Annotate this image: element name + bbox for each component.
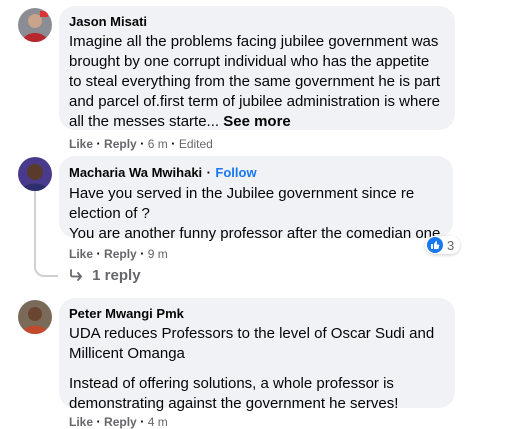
comment-line: all the messes starte... See more (69, 112, 443, 132)
comment-line: You are another funny professor after th… (69, 225, 441, 242)
reply-button[interactable]: Reply (104, 137, 137, 151)
comment-line: Millicent Omanga (69, 345, 185, 362)
see-more-link[interactable]: See more (223, 113, 291, 130)
comment-line: brought by one corrupt individual who ha… (69, 53, 430, 70)
comment-line-text: all the messes starte... (69, 113, 220, 130)
like-button[interactable]: Like (69, 415, 93, 429)
comment-actions: Like · Reply · 9 m (69, 246, 168, 261)
separator: · (206, 165, 211, 180)
reaction-summary[interactable]: 3 (425, 236, 461, 254)
comment-time[interactable]: 9 m (148, 247, 168, 261)
comment-line: and parcel of.first term of jubilee admi… (69, 93, 441, 110)
separator: · (140, 136, 145, 151)
comment-actions: Like · Reply · 6 m · Edited (69, 136, 213, 151)
comment-line: Imagine all the problems facing jubilee … (69, 33, 439, 50)
comment-line: Instead of offering solutions, a whole p… (69, 375, 394, 392)
comment-text: UDA reduces Professors to the level of O… (69, 324, 443, 414)
comment-line: demonstrating against the government he … (69, 395, 399, 412)
avatar[interactable] (18, 157, 52, 191)
comment-author[interactable]: Peter Mwangi Pmk (69, 306, 443, 322)
like-icon (427, 237, 443, 253)
comment-bubble: Macharia Wa Mwihaki · Follow Have you se… (59, 156, 453, 242)
comment-header: Macharia Wa Mwihaki · Follow (69, 164, 441, 182)
comment-text: Imagine all the problems facing jubilee … (69, 32, 443, 132)
comment-line: to steal everything from the same govern… (69, 73, 441, 90)
separator: · (140, 246, 145, 261)
separator: · (96, 246, 101, 261)
reply-arrow-icon (70, 267, 88, 284)
comment-bubble: Jason Misati Imagine all the problems fa… (59, 6, 455, 130)
separator: · (96, 136, 101, 151)
avatar[interactable] (18, 300, 52, 334)
comment-author[interactable]: Macharia Wa Mwihaki (69, 165, 202, 180)
separator: · (140, 414, 145, 429)
comment-time[interactable]: 6 m (148, 137, 168, 151)
edited-label: Edited (178, 137, 213, 151)
comment-time[interactable]: 4 m (148, 415, 168, 429)
separator: · (96, 414, 101, 429)
like-button[interactable]: Like (69, 247, 93, 261)
comment-actions: Like · Reply · 4 m (69, 414, 168, 429)
view-replies-link[interactable]: 1 reply (70, 267, 141, 284)
separator: · (171, 136, 176, 151)
comment-line: UDA reduces Professors to the level of O… (69, 325, 435, 342)
reaction-count: 3 (447, 237, 455, 253)
comment-author[interactable]: Jason Misati (69, 14, 443, 30)
reply-button[interactable]: Reply (104, 415, 137, 429)
like-button[interactable]: Like (69, 137, 93, 151)
reply-count: 1 reply (92, 267, 141, 284)
comment-line: election of ? (69, 205, 150, 222)
comment-line: Have you served in the Jubilee governmen… (69, 185, 415, 202)
thread-line (34, 190, 58, 277)
comment-bubble: Peter Mwangi Pmk UDA reduces Professors … (59, 298, 455, 412)
reply-button[interactable]: Reply (104, 247, 137, 261)
follow-button[interactable]: Follow (215, 165, 256, 180)
avatar[interactable] (18, 8, 52, 42)
comment-text: Have you served in the Jubilee governmen… (69, 184, 441, 244)
